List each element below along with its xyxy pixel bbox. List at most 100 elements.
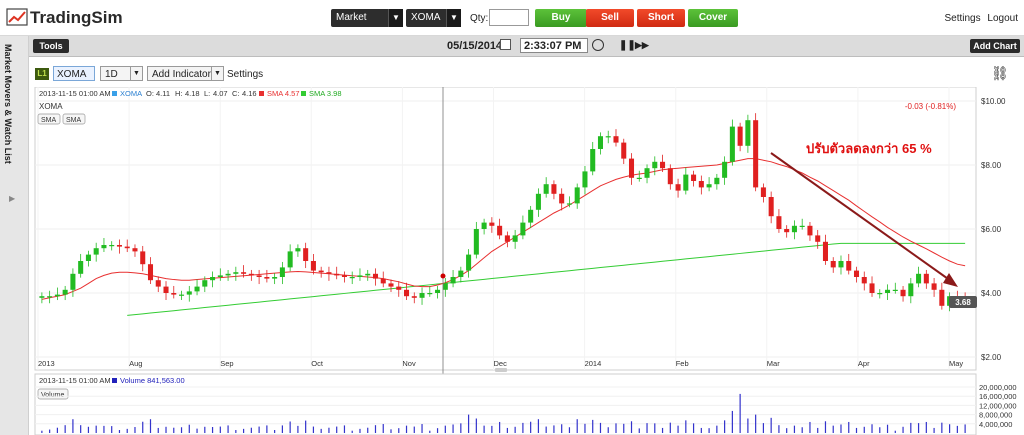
- chart-symbol-input[interactable]: XOMA: [53, 66, 95, 81]
- volume-bar: [941, 422, 943, 433]
- tools-button[interactable]: Tools: [33, 39, 69, 53]
- volume-bar: [359, 428, 361, 433]
- candle-body: [202, 280, 208, 287]
- qty-label: Qty:: [470, 13, 489, 24]
- volume-bar: [204, 426, 206, 433]
- volume-bar: [506, 427, 508, 433]
- chevron-right-icon[interactable]: ▶: [9, 194, 15, 203]
- volume-bar: [87, 426, 90, 433]
- add-indicator-select[interactable]: Add Indicator ▼: [147, 66, 224, 81]
- volume-bar: [405, 425, 408, 433]
- volume-bar: [576, 419, 578, 433]
- volume-bar: [475, 418, 477, 433]
- sim-time[interactable]: 2:33:07 PM: [520, 38, 588, 53]
- candle-body: [93, 248, 99, 255]
- volume-bar: [793, 425, 796, 433]
- candle-body: [551, 184, 557, 194]
- volume-bar: [118, 430, 121, 433]
- volume-bar: [235, 430, 237, 433]
- sell-button[interactable]: Sell: [586, 9, 634, 27]
- close-value: 4.16: [242, 89, 257, 98]
- candle-body: [838, 261, 844, 268]
- candle-body: [799, 225, 805, 227]
- volume-bar: [312, 426, 315, 433]
- candle-body: [520, 222, 526, 236]
- volume-bar: [840, 424, 842, 433]
- candle-body: [885, 289, 891, 293]
- candle-body: [931, 283, 937, 290]
- add-indicator-label: Add Indicator: [152, 69, 211, 80]
- open-value: 4.11: [156, 89, 170, 98]
- sma-tag-2-label: SMA: [66, 117, 82, 124]
- candle-body: [613, 136, 619, 143]
- link-icon[interactable]: ⛓: [991, 65, 1009, 82]
- volume-tick-label: 20,000,000: [979, 383, 1017, 392]
- interval-select[interactable]: 1D ▼: [100, 66, 143, 81]
- candle-body: [279, 267, 285, 277]
- volume-bar: [879, 427, 881, 433]
- candle-body: [47, 296, 53, 298]
- volume-bar: [49, 429, 51, 433]
- volume-bar: [491, 425, 493, 433]
- pane-resize-handle[interactable]: [495, 368, 507, 372]
- volume-bar: [592, 419, 594, 433]
- candle-body: [822, 241, 828, 261]
- volume-bar: [142, 421, 144, 433]
- volume-bar: [421, 424, 423, 433]
- low-value: 4.07: [213, 89, 228, 98]
- logout-link[interactable]: Logout: [987, 13, 1018, 24]
- candle-body: [248, 273, 254, 276]
- candle-body: [101, 245, 107, 249]
- chart-settings-link[interactable]: Settings: [227, 69, 263, 80]
- candle-body: [722, 161, 728, 178]
- candle-body: [233, 272, 239, 274]
- candle-body: [388, 283, 394, 287]
- clock-icon[interactable]: [592, 39, 604, 51]
- candle-body: [303, 248, 309, 261]
- app-logo[interactable]: TradingSim: [6, 8, 123, 28]
- candle-body: [900, 289, 906, 297]
- fast-forward-icon[interactable]: ▶▶: [635, 40, 649, 51]
- high-label: H:: [175, 89, 183, 98]
- cover-button[interactable]: Cover: [688, 9, 738, 27]
- volume-bar: [460, 423, 462, 433]
- time-tick-label: 2013: [38, 359, 55, 368]
- volume-bar: [638, 428, 640, 433]
- candle-body: [427, 293, 433, 295]
- symbol-color-swatch: [112, 91, 117, 96]
- volume-bar: [196, 428, 198, 433]
- qty-input[interactable]: [489, 9, 529, 26]
- volume-bar: [413, 426, 415, 433]
- volume-bar: [111, 426, 113, 433]
- volume-bar: [817, 427, 819, 433]
- volume-tick-label: 8,000,000: [979, 411, 1012, 420]
- candle-body: [365, 273, 371, 276]
- candle-body: [768, 197, 774, 217]
- sidebar-title[interactable]: Market Movers & Watch List: [3, 44, 13, 164]
- volume-bar: [848, 421, 850, 433]
- volume-bar: [227, 425, 229, 433]
- header-timestamp: 2013-11-15 01:00 AM: [39, 89, 111, 98]
- candle-body: [737, 126, 743, 146]
- time-tick-label: Nov: [402, 359, 416, 368]
- symbol-select[interactable]: XOMA ▼: [406, 9, 461, 27]
- candle-body: [807, 225, 813, 236]
- tradingsim-logo-icon: [6, 8, 28, 26]
- chevron-down-icon: ▼: [446, 9, 461, 27]
- candle-body: [39, 296, 45, 298]
- chart-controls: L1 XOMA 1D ▼ Add Indicator ▼ Settings ⛓: [29, 57, 1024, 87]
- candle-body: [644, 168, 650, 178]
- calendar-icon[interactable]: [500, 39, 511, 50]
- candle-body: [512, 235, 518, 242]
- layer-badge[interactable]: L1: [35, 68, 49, 80]
- buy-button[interactable]: Buy: [535, 9, 587, 27]
- short-button[interactable]: Short: [637, 9, 685, 27]
- settings-link[interactable]: Settings: [944, 13, 980, 24]
- add-chart-button[interactable]: Add Chart: [970, 39, 1020, 53]
- candle-body: [504, 235, 510, 242]
- order-type-select[interactable]: Market ▼: [331, 9, 403, 27]
- pause-icon[interactable]: ❚❚: [619, 40, 636, 51]
- candle-body: [116, 245, 122, 247]
- top-bar: TradingSim Market ▼ XOMA ▼ Qty: Buy Sell…: [0, 0, 1024, 36]
- price-chart[interactable]: 2013-11-15 01:00 AM XOMA O: 4.11 H: 4.18…: [29, 87, 1024, 435]
